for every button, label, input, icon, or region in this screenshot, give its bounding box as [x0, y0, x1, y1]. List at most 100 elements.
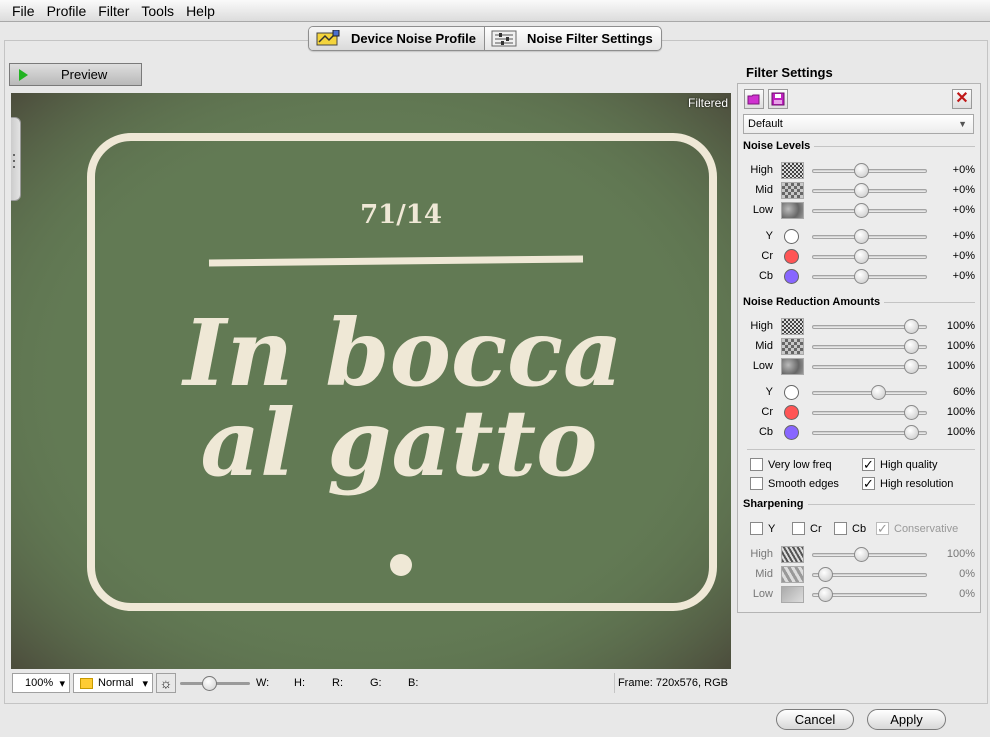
slider-knob[interactable]	[854, 547, 869, 562]
reduction-high: High 100%	[743, 317, 975, 337]
conservative-checkbox[interactable]: ✓ Conservative	[876, 522, 958, 535]
sharpen-high-icon	[781, 546, 804, 563]
noise-level-y: Y +0%	[743, 227, 975, 247]
noise-level-low: Low +0%	[743, 201, 975, 221]
checkbox-box[interactable]: ✓	[862, 458, 875, 471]
slider-track[interactable]	[812, 269, 927, 284]
menu-tools[interactable]: Tools	[135, 0, 180, 22]
high-quality-checkbox[interactable]: ✓ High quality	[862, 458, 937, 471]
preview-button[interactable]: Preview	[9, 63, 142, 86]
y-channel-icon	[784, 385, 799, 400]
slider-track[interactable]	[812, 425, 927, 440]
checkbox-box[interactable]: ✓	[862, 477, 875, 490]
slider-knob[interactable]	[854, 249, 869, 264]
slider-knob[interactable]	[904, 425, 919, 440]
reduction-mid: Mid 100%	[743, 337, 975, 357]
slider-track[interactable]	[812, 405, 927, 420]
menu-filter[interactable]: Filter	[92, 0, 135, 22]
high-frequency-icon	[781, 162, 804, 179]
menu-help[interactable]: Help	[180, 0, 221, 22]
reduction-cb: Cb 100%	[743, 423, 975, 443]
brightness-slider[interactable]	[180, 673, 250, 693]
filter-settings-title: Filter Settings	[746, 65, 833, 80]
slider-track[interactable]	[812, 229, 927, 244]
row-label: Mid	[755, 340, 773, 352]
sharpen-cr-checkbox[interactable]: Cr	[792, 522, 822, 535]
slider-knob[interactable]	[818, 567, 833, 582]
checkbox-box[interactable]	[750, 458, 763, 471]
row-label: Mid	[755, 184, 773, 196]
tab-noise-filter-settings[interactable]: Noise Filter Settings	[484, 27, 661, 50]
preset-select[interactable]: Default ▼	[743, 114, 974, 134]
zoom-select[interactable]: 100% ▾	[12, 673, 70, 693]
slider-knob[interactable]	[904, 359, 919, 374]
slider-knob[interactable]	[871, 385, 886, 400]
sharpen-cb-checkbox[interactable]: Cb	[834, 522, 866, 535]
row-label: Y	[765, 386, 773, 398]
slider-knob[interactable]	[904, 319, 919, 334]
slider-knob[interactable]	[854, 163, 869, 178]
slider-knob[interactable]	[904, 405, 919, 420]
slider-track[interactable]	[812, 385, 927, 400]
row-label: Cb	[758, 426, 773, 438]
tab-device-noise-profile[interactable]: Device Noise Profile	[309, 27, 484, 50]
slider-knob[interactable]	[854, 269, 869, 284]
tab-label: Device Noise Profile	[351, 31, 476, 46]
menu-file[interactable]: File	[6, 0, 41, 22]
smooth-edges-checkbox[interactable]: Smooth edges	[750, 477, 839, 490]
sharpen-y-checkbox[interactable]: Y	[750, 522, 775, 535]
row-value: 60%	[952, 386, 975, 398]
cb-channel-icon	[784, 425, 799, 440]
section-title: Sharpening	[743, 498, 804, 510]
save-preset-button[interactable]	[768, 89, 788, 109]
slider-knob[interactable]	[904, 339, 919, 354]
height-readout: H:	[294, 677, 305, 689]
row-value: +0%	[952, 270, 975, 282]
slider-track[interactable]	[812, 183, 927, 198]
cancel-button[interactable]: Cancel	[776, 709, 854, 730]
slider-track[interactable]	[812, 339, 927, 354]
very-low-freq-checkbox[interactable]: Very low freq	[750, 458, 832, 471]
checkbox-box[interactable]	[792, 522, 805, 535]
slider-knob[interactable]	[202, 676, 217, 691]
chevron-down-icon: ▾	[142, 677, 148, 690]
noise-level-cb: Cb +0%	[743, 267, 975, 287]
row-value: 100%	[946, 406, 975, 418]
slider-knob[interactable]	[854, 229, 869, 244]
checkbox-box[interactable]: ✓	[876, 522, 889, 535]
sharpening-heading: Sharpening	[743, 498, 975, 510]
row-label: Y	[765, 230, 773, 242]
slider-track[interactable]	[812, 587, 927, 602]
view-mode-select[interactable]: Normal ▾	[73, 673, 153, 693]
slider-knob[interactable]	[854, 183, 869, 198]
tab-label: Noise Filter Settings	[527, 31, 653, 46]
row-label: Low	[752, 588, 773, 600]
noise-level-high: High +0%	[743, 161, 975, 181]
checkbox-box[interactable]	[750, 477, 763, 490]
slider-track[interactable]	[812, 547, 927, 562]
slider-track[interactable]	[812, 249, 927, 264]
slider-knob[interactable]	[818, 587, 833, 602]
preview-image[interactable]: 71/14 In bocca al gatto Filtered	[11, 93, 731, 669]
checkbox-box[interactable]	[750, 522, 763, 535]
checkbox-box[interactable]	[834, 522, 847, 535]
row-value: +0%	[952, 230, 975, 242]
low-frequency-icon	[781, 358, 804, 375]
open-preset-button[interactable]	[744, 89, 764, 109]
brightness-icon[interactable]: ☼	[156, 673, 176, 693]
row-label: Cr	[761, 250, 773, 262]
slider-track[interactable]	[812, 359, 927, 374]
slider-knob[interactable]	[854, 203, 869, 218]
slider-track[interactable]	[812, 163, 927, 178]
high-resolution-checkbox[interactable]: ✓ High resolution	[862, 477, 953, 490]
menu-profile[interactable]: Profile	[41, 0, 93, 22]
menu-bar: File Profile Filter Tools Help	[0, 0, 990, 22]
side-drawer-handle[interactable]	[11, 117, 21, 201]
row-value: 100%	[946, 360, 975, 372]
slider-track[interactable]	[812, 319, 927, 334]
delete-preset-button[interactable]: ✕	[952, 89, 972, 109]
slider-track[interactable]	[812, 567, 927, 582]
slider-track[interactable]	[812, 203, 927, 218]
apply-button[interactable]: Apply	[867, 709, 946, 730]
sharpen-low: Low 0%	[743, 585, 975, 605]
